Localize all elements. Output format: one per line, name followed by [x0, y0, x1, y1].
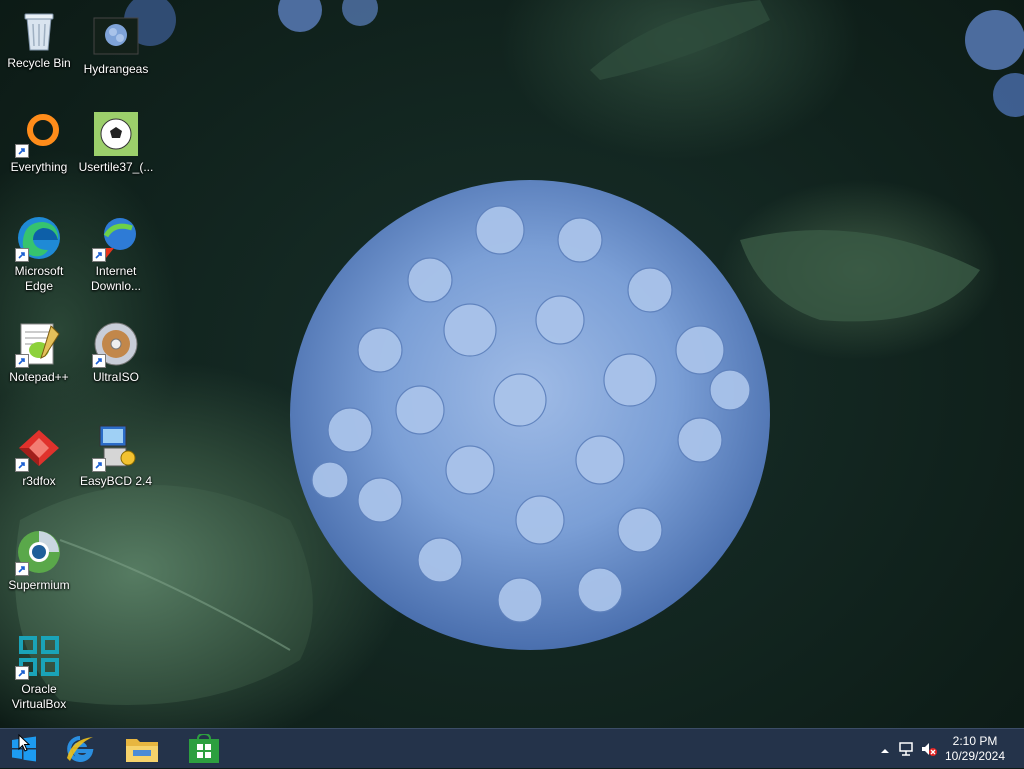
shortcut-arrow-icon: [92, 354, 106, 368]
desktop-icon-label: Oracle VirtualBox: [11, 682, 67, 711]
shortcut-arrow-icon: [15, 354, 29, 368]
shortcut-arrow-icon: [92, 458, 106, 472]
shortcut-arrow-icon: [15, 248, 29, 262]
desktop-icon-label: Notepad++: [9, 370, 69, 384]
desktop-icon-label: Everything: [10, 160, 68, 174]
desktop-icon-usertile[interactable]: Usertile37_(...: [78, 110, 154, 175]
desktop-icon-r3dfox[interactable]: r3dfox: [1, 424, 77, 489]
show-hidden-icons-icon[interactable]: [880, 743, 890, 761]
shortcut-arrow-icon: [15, 144, 29, 158]
edge-icon: [15, 214, 63, 262]
shortcut-arrow-icon: [92, 248, 106, 262]
everything-search-icon: [15, 110, 63, 158]
desktop-icon-label: UltraISO: [92, 370, 139, 384]
internet-explorer-icon: [67, 736, 94, 762]
desktop-icon-label: Hydrangeas: [83, 62, 149, 76]
supermium-icon: [15, 528, 63, 576]
desktop-icon-label: Microsoft Edge: [14, 264, 64, 293]
desktop-icon-easybcd[interactable]: EasyBCD 2.4: [78, 424, 154, 489]
taskbar-internet-explorer[interactable]: [52, 729, 108, 769]
clock-time: 2:10 PM: [952, 734, 998, 748]
shortcut-arrow-icon: [15, 562, 29, 576]
r3dfox-icon: [15, 424, 63, 472]
easybcd-icon: [92, 424, 140, 472]
image-file-icon: [92, 12, 140, 60]
desktop-icon-notepad-plus-plus[interactable]: Notepad++: [1, 320, 77, 385]
network-icon[interactable]: [898, 741, 914, 762]
desktop-icon-everything[interactable]: Everything: [1, 110, 77, 175]
volume-muted-icon[interactable]: [920, 741, 938, 762]
taskbar: 2:10 PM 10/29/2024: [0, 728, 1024, 768]
desktop-icon-oracle-virtualbox[interactable]: Oracle VirtualBox: [1, 632, 77, 712]
desktop-icon-label: Usertile37_(...: [78, 160, 154, 174]
desktop-icon-label: Recycle Bin: [7, 56, 71, 70]
desktop-icon-microsoft-edge[interactable]: Microsoft Edge: [1, 214, 77, 294]
desktop-icon-label: r3dfox: [22, 474, 56, 488]
desktop-icon-ultraiso[interactable]: UltraISO: [78, 320, 154, 385]
virtualbox-icon: [15, 632, 63, 680]
soccer-ball-image-icon: [92, 110, 140, 158]
internet-download-manager-icon: [92, 214, 140, 262]
desktop-icon-hydrangeas[interactable]: Hydrangeas: [78, 12, 154, 77]
mouse-cursor-icon: [18, 734, 30, 752]
folder-icon: [126, 739, 158, 762]
disc-icon: [92, 320, 140, 368]
desktop-icon-supermium[interactable]: Supermium: [1, 528, 77, 593]
store-icon: [189, 734, 219, 763]
taskbar-clock[interactable]: 2:10 PM 10/29/2024: [940, 734, 1010, 764]
system-tray: 2:10 PM 10/29/2024: [864, 729, 1024, 769]
desktop-icon-internet-download-manager[interactable]: Internet Downlo...: [78, 214, 154, 294]
recycle-bin-icon: [15, 6, 63, 54]
clock-date: 10/29/2024: [944, 749, 1006, 763]
taskbar-file-explorer[interactable]: [114, 729, 170, 769]
taskbar-windows-store[interactable]: [176, 729, 232, 769]
desktop-icon-label: Internet Downlo...: [90, 264, 142, 293]
shortcut-arrow-icon: [15, 458, 29, 472]
notepad-plus-plus-icon: [15, 320, 63, 368]
desktop-icon-label: EasyBCD 2.4: [79, 474, 153, 488]
shortcut-arrow-icon: [15, 666, 29, 680]
desktop-icon-label: Supermium: [8, 578, 70, 592]
desktop-icon-recycle-bin[interactable]: Recycle Bin: [1, 6, 77, 71]
